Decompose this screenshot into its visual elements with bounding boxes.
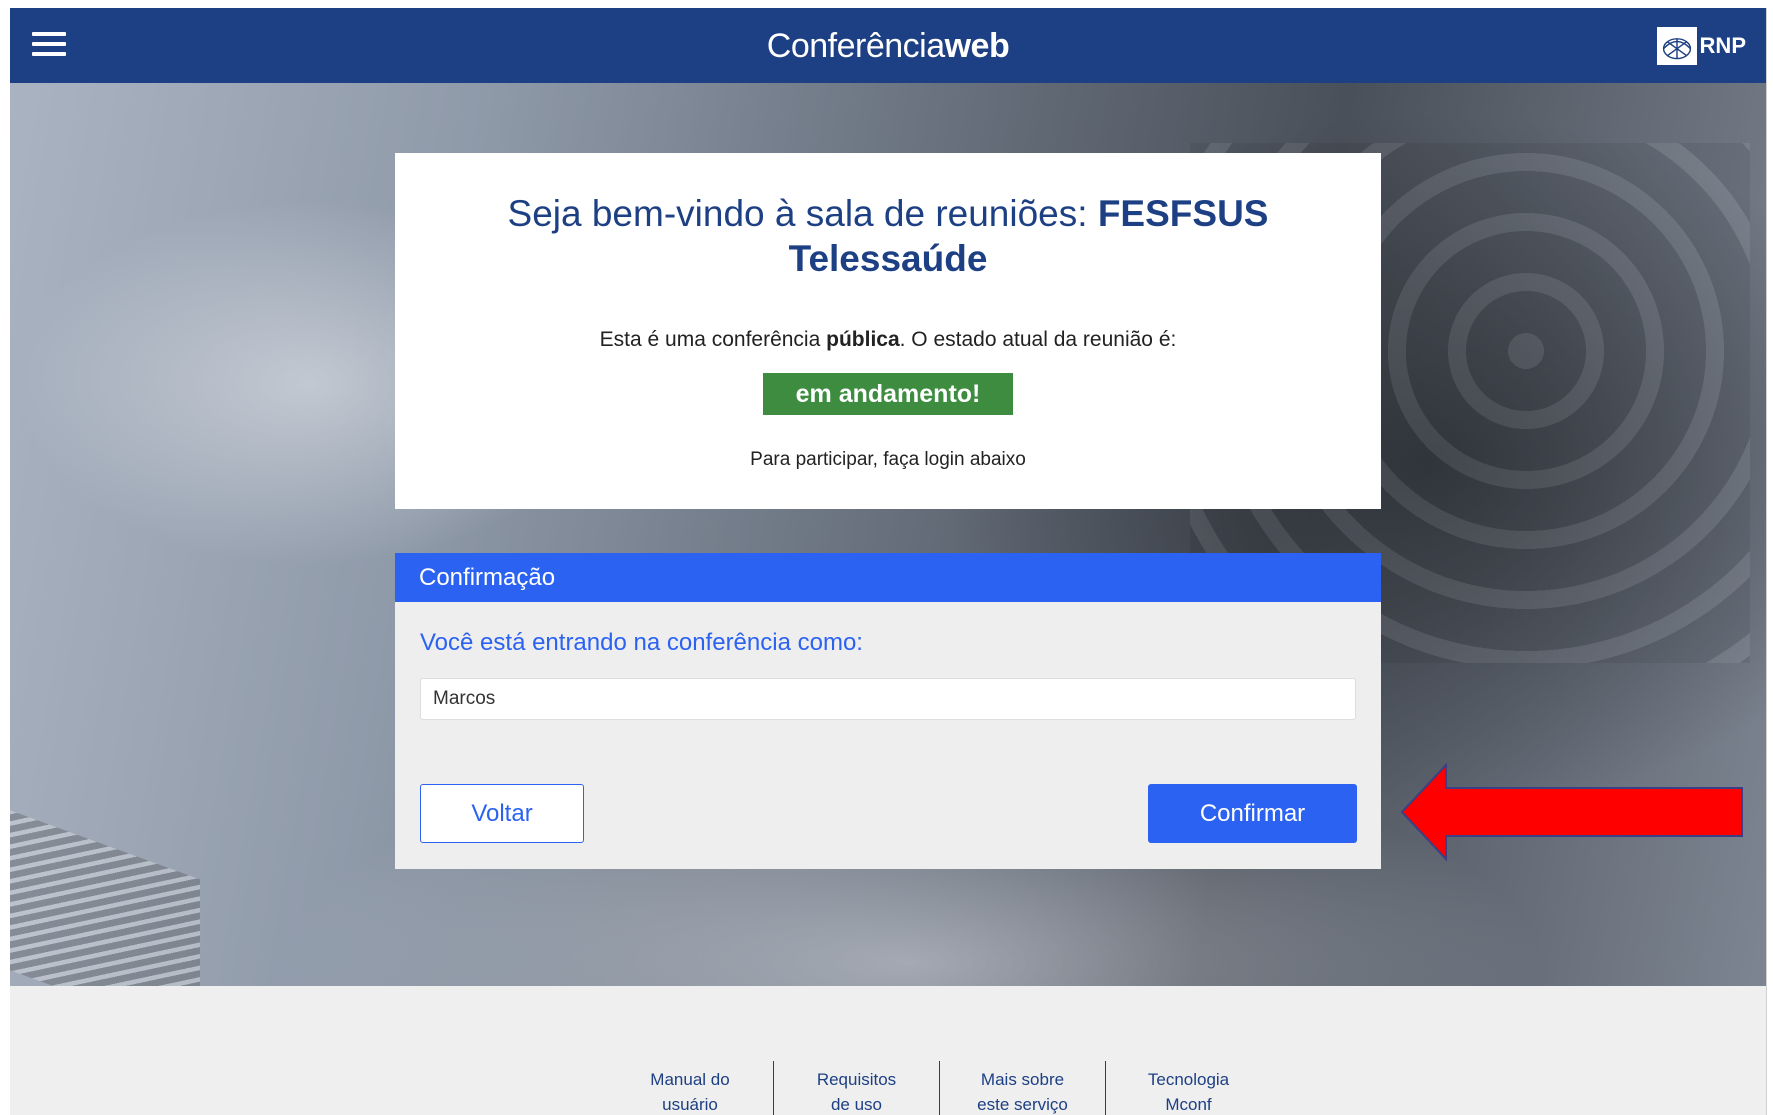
- welcome-card: Seja bem-vindo à sala de reuniões: FESFS…: [395, 153, 1381, 509]
- footer-link-mconf[interactable]: Tecnologia Mconf: [1105, 1061, 1271, 1115]
- participant-name-input[interactable]: [420, 678, 1356, 720]
- rnp-globe-icon: [1656, 27, 1697, 65]
- background-notebook-spiral: [10, 806, 200, 986]
- browser-page: Conferênciaweb RNP Seja bem-vindo à sala…: [10, 8, 1766, 1115]
- status-text-bold: pública: [826, 328, 900, 351]
- rnp-logo[interactable]: RNP: [1656, 26, 1746, 66]
- footer-link-about-line1: Mais sobre: [980, 1070, 1065, 1089]
- footer-link-manual-line2: usuário: [662, 1095, 718, 1114]
- footer-link-requirements[interactable]: Requisitos de uso: [773, 1061, 939, 1115]
- confirmation-prompt: Você está entrando na conferência como:: [420, 629, 863, 656]
- brand-name-bold: web: [944, 27, 1010, 65]
- red-pointer-arrow-icon: [1400, 763, 1743, 861]
- footer-link-requirements-line1: Requisitos: [816, 1070, 897, 1089]
- conference-status-line: Esta é uma conferência pública. O estado…: [395, 327, 1381, 353]
- status-text-pre: Esta é uma conferência: [599, 328, 827, 351]
- confirmation-header: Confirmação: [395, 553, 1381, 602]
- brand-logo: Conferênciaweb: [10, 28, 1766, 64]
- brand-name-light: Conferência: [766, 27, 945, 65]
- status-badge: em andamento!: [763, 373, 1013, 415]
- footer-link-mconf-line2: Mconf: [1165, 1095, 1212, 1114]
- footer-link-manual[interactable]: Manual do usuário: [607, 1061, 773, 1115]
- rnp-logo-text: RNP: [1699, 33, 1746, 58]
- top-navigation-bar: Conferênciaweb RNP: [10, 8, 1766, 83]
- footer: Manual do usuário Requisitos de uso Mais…: [10, 986, 1766, 1115]
- footer-link-manual-line1: Manual do: [650, 1070, 730, 1089]
- status-text-post: . O estado atual da reunião é:: [899, 328, 1177, 351]
- welcome-title: Seja bem-vindo à sala de reuniões: FESFS…: [435, 191, 1341, 281]
- welcome-title-prefix: Seja bem-vindo à sala de reuniões:: [507, 193, 1098, 234]
- footer-links: Manual do usuário Requisitos de uso Mais…: [607, 1061, 1271, 1115]
- footer-link-mconf-line1: Tecnologia: [1147, 1070, 1230, 1089]
- footer-link-about-line2: este serviço: [977, 1095, 1068, 1114]
- window-scrollbar[interactable]: [1766, 8, 1773, 1115]
- confirm-button[interactable]: Confirmar: [1148, 784, 1357, 843]
- login-hint: Para participar, faça login abaixo: [750, 449, 1026, 470]
- back-button[interactable]: Voltar: [420, 784, 584, 843]
- confirmation-panel: Confirmação Você está entrando na confer…: [395, 553, 1381, 869]
- confirmation-header-label: Confirmação: [419, 564, 556, 591]
- footer-link-requirements-line2: de uso: [830, 1095, 883, 1114]
- footer-link-about-service[interactable]: Mais sobre este serviço: [939, 1061, 1105, 1115]
